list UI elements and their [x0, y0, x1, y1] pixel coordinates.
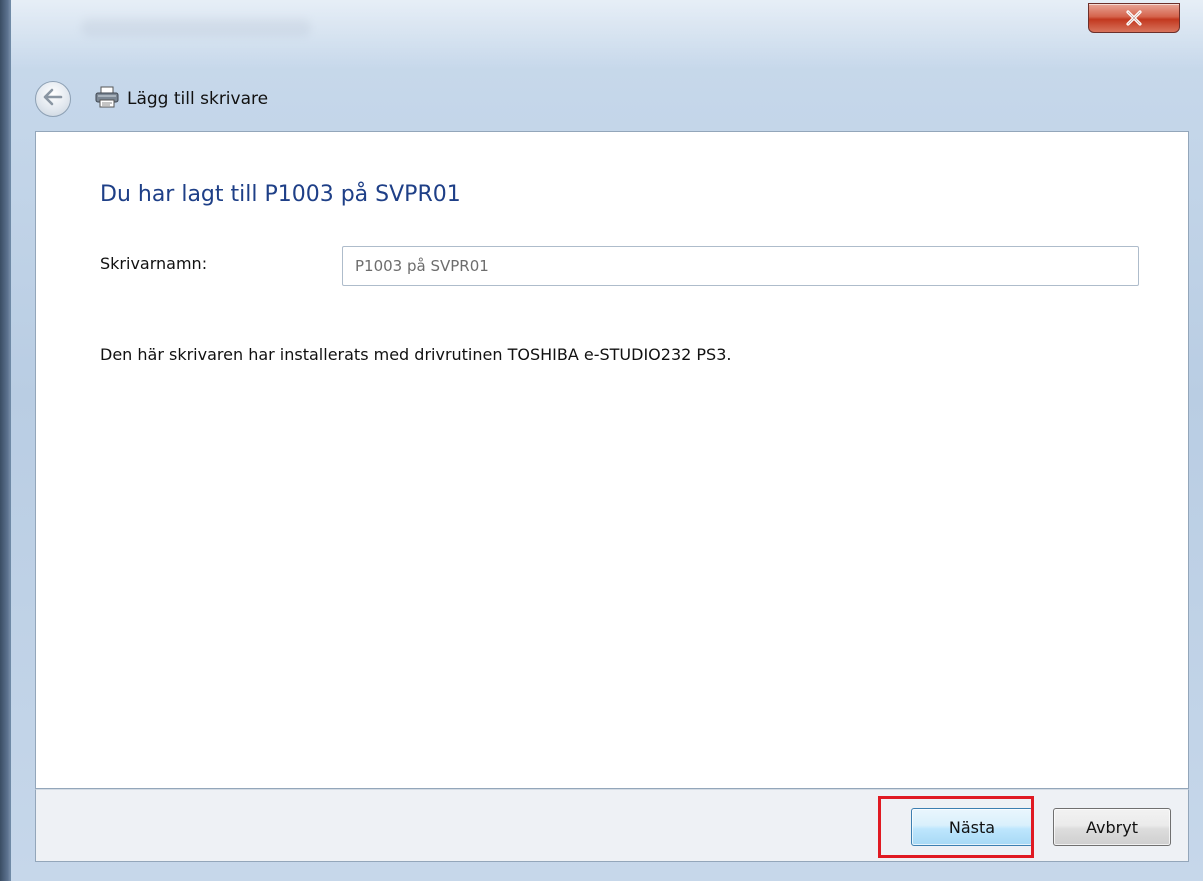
nav-title: Lägg till skrivare	[95, 86, 268, 112]
add-printer-window: Lägg till skrivare Du har lagt till P100…	[10, 0, 1203, 881]
close-x-icon	[1125, 10, 1143, 26]
footer-bar: Nästa Avbryt	[35, 789, 1189, 862]
window-title-blurred	[81, 18, 311, 36]
printer-name-label: Skrivarnamn:	[100, 254, 208, 273]
content-panel: Du har lagt till P1003 på SVPR01 Skrivar…	[35, 131, 1189, 789]
page-heading: Du har lagt till P1003 på SVPR01	[100, 182, 461, 207]
nav-title-text: Lägg till skrivare	[127, 89, 269, 109]
close-button[interactable]	[1088, 3, 1180, 33]
cancel-button[interactable]: Avbryt	[1053, 808, 1171, 846]
back-arrow-icon	[43, 88, 63, 110]
back-button[interactable]	[35, 81, 71, 117]
driver-info-text: Den här skrivaren har installerats med d…	[100, 345, 732, 364]
printer-icon	[95, 86, 119, 112]
printer-name-input[interactable]	[342, 246, 1139, 286]
next-button[interactable]: Nästa	[911, 808, 1033, 846]
